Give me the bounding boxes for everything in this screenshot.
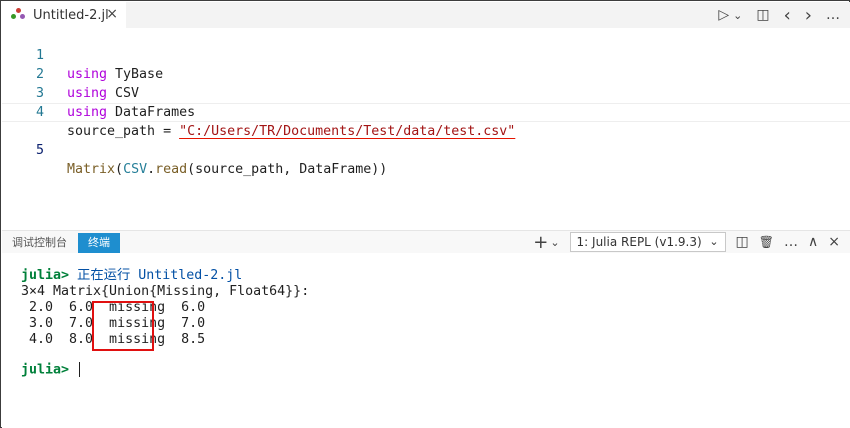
code-line-4: 4 source_path = "C:/Users/TR/Documents/T… — [2, 84, 850, 139]
go-back-icon[interactable]: ‹ — [784, 5, 791, 26]
run-icon[interactable]: ▷ — [718, 7, 729, 23]
running-message: 正在运行 Untitled-2.jl — [69, 268, 243, 283]
terminal-run-line: julia> 正在运行 Untitled-2.jl — [21, 268, 242, 284]
terminal-output[interactable]: julia> 正在运行 Untitled-2.jl 3×4 Matrix{Uni… — [2, 253, 850, 428]
code-text: source_path = "C:/Users/TR/Documents/Tes… — [67, 122, 515, 141]
paren: ( — [115, 162, 124, 177]
terminal-select[interactable]: 1: Julia REPL (v1.9.3) ⌄ — [569, 232, 726, 252]
path-string: "C:/Users/TR/Documents/Test/data/test.cs… — [179, 124, 516, 139]
window-frame: Untitled-2.jl × ▷ ⌄ ◫ ‹ › … 1 using TyBa… — [0, 0, 850, 428]
run-menu-chevron-icon[interactable]: ⌄ — [733, 9, 742, 22]
current-line-highlight — [2, 103, 850, 122]
call-args: (source_path, DataFrame)) — [187, 162, 388, 177]
chevron-down-icon: ⌄ — [709, 235, 719, 248]
matrix-header: 3×4 Matrix{Union{Missing, Float64}}: — [21, 284, 310, 299]
panel-header: 调试控制台 终端 + ⌄ 1: Julia REPL (v1.9.3) ⌄ ◫ … — [2, 231, 850, 253]
editor-tab-bar: Untitled-2.jl × ▷ ⌄ ◫ ‹ › … — [2, 2, 850, 28]
tab-debug-console[interactable]: 调试控制台 — [2, 233, 77, 253]
more-actions-icon[interactable]: … — [826, 7, 840, 23]
julia-prompt: julia> — [21, 362, 70, 378]
terminal-input-line[interactable]: julia> — [21, 362, 81, 379]
module-name: CSV — [123, 162, 148, 177]
function-name: read — [155, 162, 188, 177]
tab-terminal[interactable]: 终端 — [78, 233, 120, 253]
julia-file-icon — [11, 8, 25, 22]
tab-filename: Untitled-2.jl — [33, 7, 109, 23]
more-actions-icon[interactable]: … — [784, 234, 798, 250]
trash-icon[interactable]: 🗑 — [759, 235, 774, 249]
new-terminal-icon[interactable]: + — [533, 232, 548, 253]
editor-toolbar: ▷ ⌄ ◫ ‹ › … — [718, 2, 840, 28]
code-line-5: 5 Matrix(CSV.read(source_path, DataFrame… — [2, 103, 850, 177]
split-editor-icon[interactable]: ◫ — [756, 7, 769, 23]
code-line-1: 1 using TyBase — [2, 27, 850, 82]
close-panel-icon[interactable]: × — [828, 234, 840, 250]
code-text: Matrix(CSV.read(source_path, DataFrame)) — [67, 160, 387, 179]
julia-prompt: julia> — [21, 268, 70, 283]
go-forward-icon[interactable]: › — [805, 5, 812, 26]
editor-tab[interactable]: Untitled-2.jl × — [2, 2, 126, 28]
new-terminal-menu-chevron-icon[interactable]: ⌄ — [550, 236, 559, 249]
split-terminal-icon[interactable]: ◫ — [736, 234, 749, 250]
missing-column-highlight-box — [92, 301, 154, 351]
dot: . — [147, 162, 156, 177]
assignment-lhs: source_path = — [67, 124, 180, 139]
panel-actions: + ⌄ 1: Julia REPL (v1.9.3) ⌄ ◫ 🗑 … ∧ × — [533, 231, 840, 253]
text-cursor — [79, 362, 81, 377]
line-number: 5 — [35, 143, 44, 158]
code-editor[interactable]: 1 using TyBase 2 using CSV 3 using DataF… — [2, 28, 850, 230]
code-line-2: 2 using CSV — [2, 46, 850, 101]
close-icon[interactable]: × — [106, 6, 118, 22]
terminal-select-value: 1: Julia REPL (v1.9.3) — [576, 235, 702, 249]
function-name: Matrix — [67, 162, 116, 177]
code-line-3: 3 using DataFrames — [2, 65, 850, 120]
maximize-panel-icon[interactable]: ∧ — [808, 234, 818, 250]
